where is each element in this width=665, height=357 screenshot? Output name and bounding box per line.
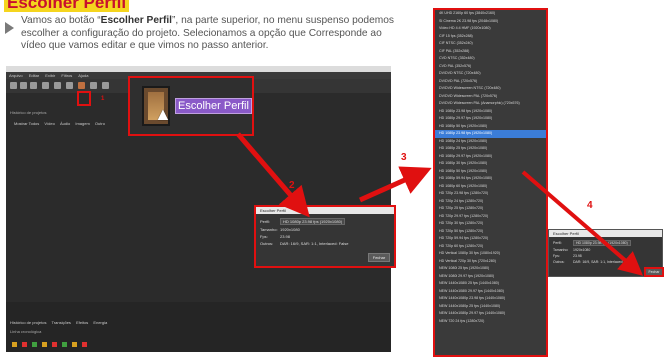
arrow-4 (521, 170, 644, 276)
step-2-label: 2 (289, 180, 295, 191)
arrow-3 (358, 166, 432, 203)
arrow-2 (236, 132, 310, 218)
step-4-label: 4 (587, 200, 593, 211)
annotation-arrows (236, 132, 644, 276)
step-3-label: 3 (401, 152, 407, 163)
